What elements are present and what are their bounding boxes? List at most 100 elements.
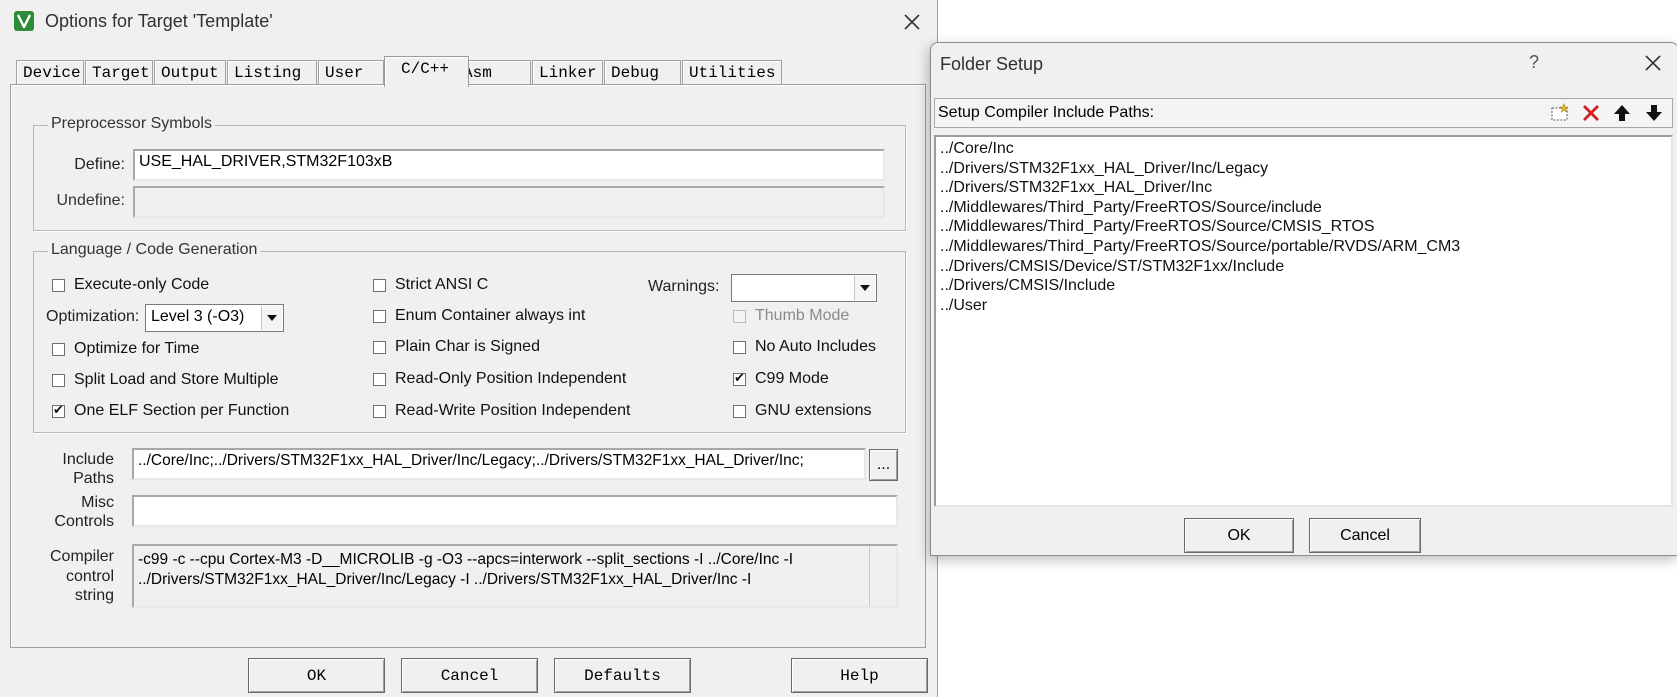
rw-pi-label: Read-Write Position Independent — [395, 402, 631, 419]
enum-container-checkbox[interactable]: Enum Container always int — [373, 307, 585, 325]
include-paths-browse-button[interactable]: ... — [869, 449, 898, 481]
no-auto-includes-box[interactable] — [733, 340, 746, 354]
rw-pi-box[interactable] — [373, 404, 386, 418]
misc-controls-label: Misc Controls — [54, 494, 114, 530]
optimization-select[interactable]: Level 3 (-O3) — [145, 304, 284, 332]
misc-controls-input[interactable] — [132, 495, 898, 527]
help-button[interactable]: Help — [791, 658, 928, 693]
list-item[interactable]: ../Drivers/CMSIS/Include — [940, 276, 1667, 296]
execute-only-checkbox[interactable]: Execute-only Code — [52, 276, 209, 294]
one-elf-box[interactable] — [52, 402, 65, 418]
plain-char-checkbox[interactable]: Plain Char is Signed — [373, 338, 540, 356]
tab-utilities[interactable]: Utilities — [682, 60, 782, 85]
optimize-time-box[interactable] — [52, 342, 65, 356]
compiler-control-line2: ../Drivers/STM32F1xx_HAL_Driver/Inc/Lega… — [138, 571, 752, 588]
define-label: Define: — [74, 156, 125, 173]
help-icon[interactable]: ? — [1529, 52, 1539, 73]
tab-c-cpp[interactable]: C/C++ — [384, 56, 469, 87]
tab-bar: Device Target Output Listing User C/C++ … — [12, 54, 924, 87]
compiler-control-scrollbar[interactable] — [869, 546, 896, 606]
define-input[interactable]: USE_HAL_DRIVER,STM32F103xB — [133, 149, 885, 181]
preprocessor-group: Preprocessor Symbols Define: USE_HAL_DRI… — [33, 115, 906, 231]
include-paths-label: Include Paths — [62, 451, 114, 487]
close-icon[interactable] — [1643, 53, 1665, 75]
thumb-mode-box — [733, 309, 746, 323]
app-icon — [14, 11, 34, 31]
plain-char-box[interactable] — [373, 340, 386, 354]
defaults-button[interactable]: Defaults — [554, 658, 691, 693]
no-auto-includes-label: No Auto Includes — [755, 338, 876, 355]
tab-device[interactable]: Device — [16, 60, 84, 85]
ro-pi-label: Read-Only Position Independent — [395, 370, 627, 387]
optimize-time-label: Optimize for Time — [74, 340, 200, 357]
list-item[interactable]: ../Core/Inc — [940, 139, 1667, 159]
folder-cancel-button[interactable]: Cancel — [1309, 518, 1421, 553]
tab-output[interactable]: Output — [154, 60, 226, 85]
list-item[interactable]: ../Drivers/CMSIS/Device/ST/STM32F1xx/Inc… — [940, 257, 1667, 277]
tab-listing[interactable]: Listing — [227, 60, 317, 85]
chevron-down-icon[interactable] — [261, 306, 282, 330]
ok-button[interactable]: OK — [248, 658, 385, 693]
optimization-value: Level 3 (-O3) — [151, 308, 245, 325]
no-auto-includes-checkbox[interactable]: No Auto Includes — [733, 338, 876, 356]
split-load-label: Split Load and Store Multiple — [74, 371, 279, 388]
tab-linker[interactable]: Linker — [532, 60, 603, 85]
language-group: Language / Code Generation Execute-only … — [33, 241, 906, 433]
arrow-down-icon[interactable] — [1641, 102, 1667, 124]
include-paths-list[interactable]: ../Core/Inc ../Drivers/STM32F1xx_HAL_Dri… — [934, 135, 1673, 507]
optimization-label: Optimization: — [46, 308, 140, 325]
close-icon[interactable] — [902, 12, 924, 34]
undefine-input[interactable] — [133, 186, 885, 218]
list-item[interactable]: ../Drivers/STM32F1xx_HAL_Driver/Inc — [940, 178, 1667, 198]
undefine-label: Undefine: — [56, 192, 126, 209]
strict-ansi-box[interactable] — [373, 278, 386, 292]
plain-char-label: Plain Char is Signed — [395, 338, 540, 355]
one-elf-label: One ELF Section per Function — [74, 402, 290, 419]
language-legend: Language / Code Generation — [48, 241, 261, 259]
warnings-select[interactable] — [731, 274, 877, 302]
enum-container-box[interactable] — [373, 309, 386, 323]
dialog-title: Options for Target 'Template' — [45, 11, 273, 31]
one-elf-checkbox[interactable]: One ELF Section per Function — [52, 402, 289, 420]
compiler-control-label: Compiler control string — [49, 548, 114, 604]
arrow-up-icon[interactable] — [1609, 102, 1635, 124]
include-paths-toolbar: Setup Compiler Include Paths: — [934, 98, 1673, 128]
thumb-mode-label: Thumb Mode — [755, 307, 850, 324]
include-paths-input[interactable]: ../Core/Inc;../Drivers/STM32F1xx_HAL_Dri… — [132, 448, 866, 480]
tab-debug[interactable]: Debug — [604, 60, 681, 85]
list-item[interactable]: ../Middlewares/Third_Party/FreeRTOS/Sour… — [940, 198, 1667, 218]
c99-mode-box[interactable] — [733, 370, 746, 386]
list-item[interactable]: ../Middlewares/Third_Party/FreeRTOS/Sour… — [940, 217, 1667, 237]
gnu-extensions-box[interactable] — [733, 404, 746, 418]
compiler-control-line1: -c99 -c --cpu Cortex-M3 -D__MICROLIB -g … — [138, 551, 794, 568]
list-item[interactable]: ../Drivers/STM32F1xx_HAL_Driver/Inc/Lega… — [940, 159, 1667, 179]
folder-ok-button[interactable]: OK — [1184, 518, 1294, 553]
preprocessor-legend: Preprocessor Symbols — [48, 115, 215, 133]
options-dialog: Options for Target 'Template' Device Tar… — [0, 0, 938, 697]
chevron-down-icon[interactable] — [854, 276, 875, 300]
cancel-button[interactable]: Cancel — [401, 658, 538, 693]
list-item[interactable]: ../Middlewares/Third_Party/FreeRTOS/Sour… — [940, 237, 1667, 257]
new-folder-icon[interactable] — [1547, 102, 1573, 124]
strict-ansi-checkbox[interactable]: Strict ANSI C — [373, 276, 488, 294]
optimize-time-checkbox[interactable]: Optimize for Time — [52, 340, 199, 358]
toolbar-label: Setup Compiler Include Paths: — [938, 104, 1155, 121]
rw-pi-checkbox[interactable]: Read-Write Position Independent — [373, 402, 630, 420]
thumb-mode-checkbox: Thumb Mode — [733, 307, 849, 325]
tab-user[interactable]: User — [318, 60, 384, 85]
gnu-extensions-label: GNU extensions — [755, 402, 872, 419]
warnings-label: Warnings: — [648, 278, 720, 295]
folder-dialog-title: Folder Setup — [940, 54, 1044, 74]
c99-mode-checkbox[interactable]: C99 Mode — [733, 370, 829, 388]
ro-pi-box[interactable] — [373, 372, 386, 386]
split-load-checkbox[interactable]: Split Load and Store Multiple — [52, 371, 279, 389]
execute-only-box[interactable] — [52, 278, 65, 292]
list-item[interactable]: ../User — [940, 296, 1667, 316]
tab-target[interactable]: Target — [85, 60, 153, 85]
ro-pi-checkbox[interactable]: Read-Only Position Independent — [373, 370, 626, 388]
c-cpp-tab-page: Preprocessor Symbols Define: USE_HAL_DRI… — [10, 84, 926, 648]
gnu-extensions-checkbox[interactable]: GNU extensions — [733, 402, 872, 420]
compiler-control-text[interactable]: -c99 -c --cpu Cortex-M3 -D__MICROLIB -g … — [132, 544, 898, 608]
delete-icon[interactable] — [1578, 102, 1604, 124]
split-load-box[interactable] — [52, 373, 65, 387]
